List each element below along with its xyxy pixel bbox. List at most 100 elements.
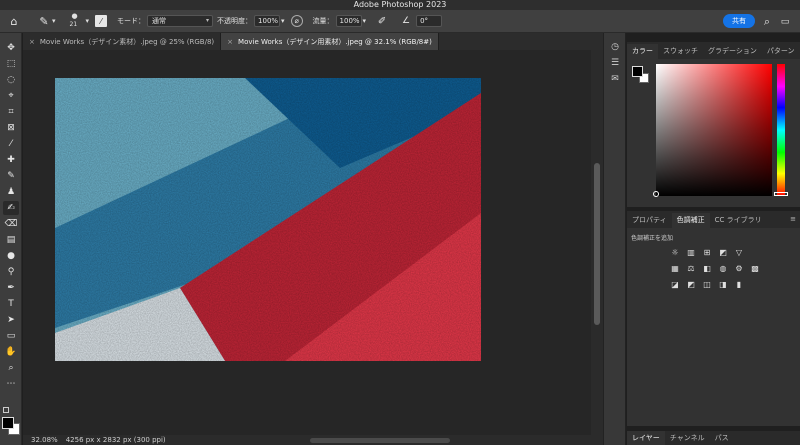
crop-tool-icon[interactable]: ⌗ bbox=[3, 105, 19, 119]
blur-tool-icon[interactable]: ● bbox=[3, 249, 19, 263]
history-brush-tool-icon[interactable]: ✍ bbox=[3, 201, 19, 215]
opacity-caret-icon[interactable]: ▾ bbox=[281, 17, 285, 25]
properties-panel-icon[interactable]: ☰ bbox=[608, 56, 622, 70]
eyedropper-tool-icon[interactable]: ⁄ bbox=[3, 137, 19, 151]
frame-tool-icon[interactable]: ⊠ bbox=[3, 121, 19, 135]
photo-filter-icon[interactable]: ◍ bbox=[715, 262, 731, 274]
document-tab-active[interactable]: × Movie Works（デザイン用素材）.jpeg @ 32.1% (RGB… bbox=[221, 33, 439, 50]
curves-icon[interactable]: ⊞ bbox=[699, 246, 715, 258]
share-button[interactable]: 共有 bbox=[723, 14, 755, 28]
brush-caret-icon[interactable]: ▾ bbox=[86, 17, 90, 25]
color-balance-icon[interactable]: ⚖ bbox=[683, 262, 699, 274]
tab-paths[interactable]: パス bbox=[710, 431, 734, 445]
posterize-icon[interactable]: ◩ bbox=[683, 278, 699, 290]
flow-label: 流量： bbox=[312, 17, 334, 25]
collapsed-panels: ◷ ☰ ✉ bbox=[603, 33, 626, 445]
brush-size-value: 21 bbox=[69, 21, 78, 28]
exposure-icon[interactable]: ◩ bbox=[715, 246, 731, 258]
document-tab[interactable]: × Movie Works（デザイン素材）.jpeg @ 25% (RGB/8) bbox=[23, 33, 222, 50]
scrollbar-thumb[interactable] bbox=[594, 163, 600, 325]
tab-gradients[interactable]: グラデーション bbox=[703, 44, 762, 59]
home-icon[interactable]: ⌂ bbox=[6, 13, 22, 29]
tab-patterns[interactable]: パターン bbox=[762, 44, 800, 59]
opacity-field[interactable]: 100% bbox=[254, 15, 281, 27]
app-title: Adobe Photoshop 2023 bbox=[353, 0, 447, 9]
opacity-label: 不透明度： bbox=[217, 17, 253, 25]
canvas-area[interactable] bbox=[23, 50, 591, 435]
tab-color[interactable]: カラー bbox=[627, 44, 658, 59]
brush-size-picker[interactable]: ● 21 bbox=[66, 11, 86, 31]
zoom-level[interactable]: 32.08% bbox=[31, 436, 58, 444]
selective-color-icon[interactable]: ▮ bbox=[731, 278, 747, 290]
saturation-brightness-field[interactable] bbox=[656, 64, 772, 196]
color-panel: カラー スウォッチ グラデーション パターン bbox=[627, 42, 800, 207]
workspace-icon[interactable]: ▭ bbox=[777, 14, 793, 30]
flow-caret-icon[interactable]: ▾ bbox=[363, 17, 367, 25]
more-tools-icon[interactable]: ⋯ bbox=[3, 377, 19, 391]
color-lookup-icon[interactable]: ▩ bbox=[747, 262, 763, 274]
levels-icon[interactable]: ▥ bbox=[683, 246, 699, 258]
comments-panel-icon[interactable]: ✉ bbox=[608, 72, 622, 86]
path-select-tool-icon[interactable]: ➤ bbox=[3, 313, 19, 327]
brush-tool-preset-icon[interactable]: ✎ bbox=[36, 13, 52, 29]
tab-properties[interactable]: プロパティ bbox=[627, 213, 672, 228]
add-adjustment-label: 色調補正を追加 bbox=[631, 235, 674, 242]
mode-select[interactable]: 通常 ▾ bbox=[147, 15, 214, 27]
lasso-tool-icon[interactable]: ◌ bbox=[3, 73, 19, 87]
hue-slider[interactable] bbox=[777, 64, 785, 196]
vertical-scrollbar[interactable] bbox=[591, 50, 603, 435]
channel-mixer-icon[interactable]: ⚙ bbox=[731, 262, 747, 274]
search-icon[interactable]: ⌕ bbox=[759, 14, 775, 30]
close-icon[interactable]: × bbox=[227, 38, 233, 46]
brightness-contrast-icon[interactable]: ☼ bbox=[667, 246, 683, 258]
default-colors-icon[interactable] bbox=[3, 407, 9, 413]
vibrance-icon[interactable]: ▽ bbox=[731, 246, 747, 258]
tab-swatches[interactable]: スウォッチ bbox=[658, 44, 703, 59]
tab-adjustments[interactable]: 色調補正 bbox=[671, 213, 710, 228]
airbrush-icon[interactable]: ✐ bbox=[374, 13, 390, 29]
hand-tool-icon[interactable]: ✋ bbox=[3, 345, 19, 359]
tab-cc-libraries[interactable]: CC ライブラリ bbox=[710, 213, 767, 228]
layers-panel: レイヤー チャンネル パス bbox=[627, 431, 800, 445]
hue-slider-handle[interactable] bbox=[774, 192, 788, 196]
healing-brush-tool-icon[interactable]: ✚ bbox=[3, 153, 19, 167]
tab-layers[interactable]: レイヤー bbox=[627, 431, 665, 445]
foreground-color-swatch[interactable] bbox=[2, 417, 14, 429]
preset-caret-icon[interactable]: ▾ bbox=[52, 17, 56, 25]
black-white-icon[interactable]: ◧ bbox=[699, 262, 715, 274]
quick-select-tool-icon[interactable]: ⌖ bbox=[3, 89, 19, 103]
fg-bg-swatches[interactable] bbox=[632, 66, 650, 84]
eraser-tool-icon[interactable]: ⌫ bbox=[3, 217, 19, 231]
paint-texture bbox=[55, 78, 481, 361]
brush-dot-icon: ● bbox=[71, 12, 78, 20]
color-picker-cursor[interactable] bbox=[653, 191, 659, 197]
close-icon[interactable]: × bbox=[29, 38, 35, 46]
zoom-tool-icon[interactable]: ⌕ bbox=[3, 361, 19, 375]
tab-channels[interactable]: チャンネル bbox=[665, 431, 710, 445]
shape-tool-icon[interactable]: ▭ bbox=[3, 329, 19, 343]
hue-saturation-icon[interactable]: ▦ bbox=[667, 262, 683, 274]
pressure-opacity-icon[interactable]: ⌀ bbox=[290, 15, 303, 27]
pen-tool-icon[interactable]: ✒ bbox=[3, 281, 19, 295]
move-tool-icon[interactable]: ✥ bbox=[3, 41, 19, 55]
gradient-tool-icon[interactable]: ▤ bbox=[3, 233, 19, 247]
type-tool-icon[interactable]: T bbox=[3, 297, 19, 311]
gradient-map-icon[interactable]: ◨ bbox=[715, 278, 731, 290]
brush-tool-icon[interactable]: ✎ bbox=[3, 169, 19, 183]
document-tab-label: Movie Works（デザイン用素材）.jpeg @ 32.1% (RGB/8… bbox=[238, 37, 432, 46]
document-canvas[interactable] bbox=[55, 78, 481, 361]
flow-field[interactable]: 100% bbox=[335, 15, 362, 27]
invert-icon[interactable]: ◪ bbox=[667, 278, 683, 290]
foreground-swatch[interactable] bbox=[632, 66, 643, 77]
marquee-tool-icon[interactable]: ⬚ bbox=[3, 57, 19, 71]
angle-field[interactable]: 0° bbox=[416, 15, 443, 27]
horizontal-scrollbar[interactable] bbox=[310, 438, 450, 443]
panel-menu-icon[interactable]: ≡ bbox=[790, 215, 796, 223]
brush-settings-icon[interactable]: ⁄ bbox=[95, 15, 108, 27]
dodge-tool-icon[interactable]: ⚲ bbox=[3, 265, 19, 279]
stamp-tool-icon[interactable]: ♟ bbox=[3, 185, 19, 199]
threshold-icon[interactable]: ◫ bbox=[699, 278, 715, 290]
history-panel-icon[interactable]: ◷ bbox=[608, 40, 622, 54]
tools-panel: ✥ ⬚ ◌ ⌖ ⌗ ⊠ ⁄ ✚ ✎ ♟ ✍ ⌫ ▤ ● ⚲ ✒ T ➤ ▭ ✋ … bbox=[0, 33, 22, 445]
document-info[interactable]: 4256 px x 2832 px (300 ppi) bbox=[66, 436, 166, 444]
